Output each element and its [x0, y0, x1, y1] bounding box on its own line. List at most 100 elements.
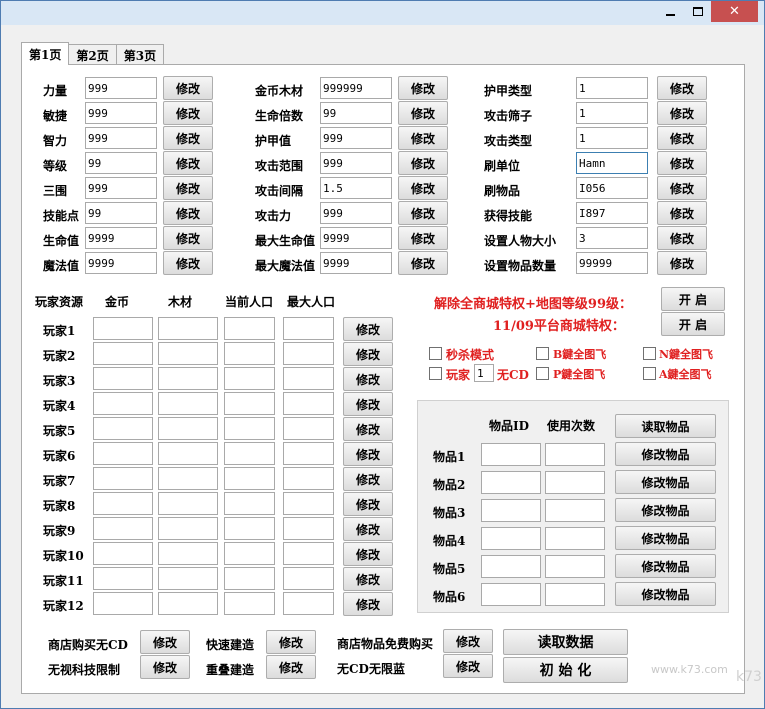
player-input[interactable]: [224, 467, 275, 490]
item-count-input[interactable]: [545, 471, 605, 494]
stat-input[interactable]: 999999: [320, 77, 392, 99]
item-id-input[interactable]: [481, 527, 541, 550]
player-input[interactable]: [158, 542, 218, 565]
player-input[interactable]: [158, 417, 218, 440]
stat-input[interactable]: 999: [85, 77, 157, 99]
stat-modify-button[interactable]: 修改: [398, 251, 448, 275]
one-hit-kill-checkbox[interactable]: [429, 347, 442, 360]
player-input[interactable]: [93, 417, 153, 440]
player-input[interactable]: [283, 417, 334, 440]
modify-item-button[interactable]: 修改物品: [615, 470, 716, 494]
player-input[interactable]: [283, 467, 334, 490]
item-count-input[interactable]: [545, 555, 605, 578]
overlap-build-button[interactable]: 修改: [266, 655, 316, 679]
modify-item-button[interactable]: 修改物品: [615, 582, 716, 606]
stat-input[interactable]: 999: [320, 202, 392, 224]
tab-page1[interactable]: 第1页: [21, 42, 70, 65]
stat-input[interactable]: 999: [320, 152, 392, 174]
modify-item-button[interactable]: 修改物品: [615, 442, 716, 466]
shop-free-buy-button[interactable]: 修改: [443, 629, 493, 653]
stat-input[interactable]: 1: [576, 77, 648, 99]
stat-input[interactable]: 999: [85, 102, 157, 124]
player-input[interactable]: [158, 467, 218, 490]
player-modify-button[interactable]: 修改: [343, 517, 393, 541]
player-input[interactable]: [93, 342, 153, 365]
stat-modify-button[interactable]: 修改: [163, 201, 213, 225]
player-modify-button[interactable]: 修改: [343, 567, 393, 591]
player-input[interactable]: [158, 592, 218, 615]
stat-input[interactable]: 999: [85, 177, 157, 199]
enable-privilege-button-1[interactable]: 开 启: [661, 287, 725, 311]
player-modify-button[interactable]: 修改: [343, 492, 393, 516]
player-input[interactable]: [283, 367, 334, 390]
stat-input[interactable]: 99: [85, 202, 157, 224]
stat-input[interactable]: Hamn: [576, 152, 648, 174]
stat-input[interactable]: I056: [576, 177, 648, 199]
player-input[interactable]: [283, 342, 334, 365]
stat-input[interactable]: 1: [576, 102, 648, 124]
player-modify-button[interactable]: 修改: [343, 367, 393, 391]
stat-input[interactable]: 99999: [576, 252, 648, 274]
stat-input[interactable]: I897: [576, 202, 648, 224]
player-input[interactable]: [158, 492, 218, 515]
player-input[interactable]: [224, 567, 275, 590]
modify-item-button[interactable]: 修改物品: [615, 526, 716, 550]
player-input[interactable]: [93, 517, 153, 540]
player-input[interactable]: [283, 317, 334, 340]
stat-modify-button[interactable]: 修改: [163, 251, 213, 275]
player-input[interactable]: [93, 317, 153, 340]
item-count-input[interactable]: [545, 499, 605, 522]
stat-input[interactable]: 9999: [320, 227, 392, 249]
player-modify-button[interactable]: 修改: [343, 467, 393, 491]
player-input[interactable]: [158, 317, 218, 340]
stat-modify-button[interactable]: 修改: [163, 126, 213, 150]
stat-modify-button[interactable]: 修改: [398, 101, 448, 125]
stat-modify-button[interactable]: 修改: [657, 226, 707, 250]
item-count-input[interactable]: [545, 583, 605, 606]
player-input[interactable]: [158, 367, 218, 390]
stat-modify-button[interactable]: 修改: [657, 76, 707, 100]
stat-input[interactable]: 9999: [85, 252, 157, 274]
player-input[interactable]: [93, 492, 153, 515]
player-input[interactable]: [93, 592, 153, 615]
stat-modify-button[interactable]: 修改: [163, 226, 213, 250]
item-id-input[interactable]: [481, 555, 541, 578]
close-button[interactable]: ✕: [711, 1, 758, 22]
item-count-input[interactable]: [545, 443, 605, 466]
stat-modify-button[interactable]: 修改: [163, 176, 213, 200]
p-fly-checkbox[interactable]: [536, 367, 549, 380]
item-id-input[interactable]: [481, 499, 541, 522]
stat-modify-button[interactable]: 修改: [657, 201, 707, 225]
modify-item-button[interactable]: 修改物品: [615, 554, 716, 578]
player-input[interactable]: [283, 592, 334, 615]
no-cd-mana-button[interactable]: 修改: [443, 654, 493, 678]
stat-modify-button[interactable]: 修改: [657, 176, 707, 200]
player-input[interactable]: [283, 542, 334, 565]
stat-modify-button[interactable]: 修改: [657, 251, 707, 275]
player-modify-button[interactable]: 修改: [343, 392, 393, 416]
n-fly-checkbox[interactable]: [643, 347, 656, 360]
stat-input[interactable]: 3: [576, 227, 648, 249]
a-fly-checkbox[interactable]: [643, 367, 656, 380]
player-input[interactable]: [224, 417, 275, 440]
player-input[interactable]: [93, 442, 153, 465]
player-modify-button[interactable]: 修改: [343, 592, 393, 616]
stat-input[interactable]: 9999: [85, 227, 157, 249]
player-input[interactable]: [93, 467, 153, 490]
stat-input[interactable]: 1: [576, 127, 648, 149]
stat-input[interactable]: 99: [320, 102, 392, 124]
player-input[interactable]: [93, 567, 153, 590]
minimize-button[interactable]: [657, 1, 684, 22]
player-input[interactable]: [158, 567, 218, 590]
stat-modify-button[interactable]: 修改: [657, 151, 707, 175]
player-input[interactable]: [283, 517, 334, 540]
player-input[interactable]: [93, 542, 153, 565]
init-button[interactable]: 初 始 化: [503, 657, 628, 683]
player-input[interactable]: [224, 317, 275, 340]
stat-modify-button[interactable]: 修改: [398, 201, 448, 225]
tab-page2[interactable]: 第2页: [68, 44, 117, 65]
stat-input[interactable]: 99: [85, 152, 157, 174]
item-id-input[interactable]: [481, 443, 541, 466]
player-modify-button[interactable]: 修改: [343, 542, 393, 566]
player-input[interactable]: [158, 342, 218, 365]
